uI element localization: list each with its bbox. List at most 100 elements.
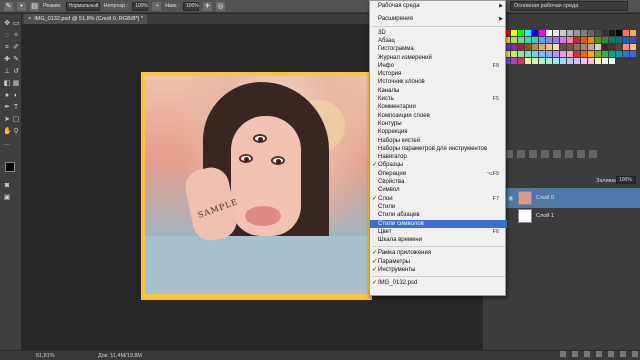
color-swatch[interactable] (567, 44, 573, 50)
color-swatch[interactable] (553, 58, 559, 64)
color-swatch[interactable] (518, 58, 524, 64)
bw-icon[interactable] (589, 150, 597, 158)
color-swatch[interactable] (595, 58, 601, 64)
curves-icon[interactable] (529, 150, 537, 158)
color-swatch[interactable] (567, 37, 573, 43)
color-swatch[interactable] (511, 58, 517, 64)
trash-icon[interactable] (632, 351, 638, 357)
color-swatch[interactable] (581, 51, 587, 57)
color-swatch[interactable] (539, 37, 545, 43)
color-swatch[interactable] (588, 37, 594, 43)
color-swatch[interactable] (616, 51, 622, 57)
blur-icon[interactable]: ● (3, 92, 11, 100)
color-swatch[interactable] (630, 30, 636, 36)
menu-item[interactable]: Абзац (370, 37, 507, 45)
menu-item[interactable]: Шкала времени (370, 236, 507, 244)
color-swatch[interactable] (511, 30, 517, 36)
color-swatch[interactable] (567, 58, 573, 64)
move-tool-icon[interactable]: ✥ (3, 20, 11, 28)
color-swatch[interactable] (630, 37, 636, 43)
color-swatch[interactable] (560, 51, 566, 57)
color-swatch[interactable] (595, 44, 601, 50)
airbrush-icon[interactable]: ✈ (202, 1, 212, 11)
vibrance-icon[interactable] (553, 150, 561, 158)
color-swatch[interactable] (546, 58, 552, 64)
color-swatch[interactable] (532, 58, 538, 64)
eye-icon[interactable]: ◉ (508, 195, 514, 202)
fx-icon[interactable] (572, 351, 578, 357)
color-swatch[interactable] (560, 44, 566, 50)
brush-tool-icon[interactable]: ✎ (4, 1, 13, 11)
color-swatch[interactable] (553, 30, 559, 36)
color-swatch[interactable] (532, 44, 538, 50)
type-tool-icon[interactable]: T (12, 104, 20, 112)
menu-item[interactable]: Журнал измерений (370, 54, 507, 62)
color-swatch[interactable] (588, 58, 594, 64)
color-swatch[interactable] (616, 30, 622, 36)
color-swatch[interactable] (560, 37, 566, 43)
color-swatch[interactable] (602, 44, 608, 50)
menu-item[interactable]: Символ (370, 186, 507, 194)
color-swatch[interactable] (518, 51, 524, 57)
menu-item[interactable]: Рабочая среда ▶ (370, 2, 507, 10)
color-swatch[interactable] (581, 44, 587, 50)
shape-tool-icon[interactable]: ▢ (12, 116, 20, 124)
color-swatch[interactable] (518, 44, 524, 50)
color-swatch[interactable] (518, 30, 524, 36)
zoom-tool-icon[interactable]: ⚲ (12, 128, 20, 136)
color-swatch[interactable] (588, 51, 594, 57)
color-swatch[interactable] (574, 30, 580, 36)
history-brush-icon[interactable]: ↺ (12, 68, 20, 76)
menu-item[interactable]: Навигатор (370, 153, 507, 161)
color-swatch[interactable] (623, 37, 629, 43)
document-image[interactable]: SAMPLE (141, 72, 372, 300)
color-swatch[interactable] (511, 44, 517, 50)
menu-item[interactable]: ✓ Слои F7 (370, 195, 507, 203)
color-swatch[interactable] (539, 58, 545, 64)
menu-item[interactable]: ✓ Инструменты (370, 266, 507, 274)
screen-mode-icon[interactable]: ▣ (3, 194, 11, 202)
brush-preset-icon[interactable]: • (17, 1, 26, 11)
menu-item[interactable]: ✓ Рамка приложения (370, 249, 507, 257)
color-swatch[interactable] (630, 44, 636, 50)
color-swatch[interactable] (518, 37, 524, 43)
color-swatch[interactable] (616, 37, 622, 43)
color-swatch[interactable] (609, 30, 615, 36)
color-swatch[interactable] (588, 44, 594, 50)
color-swatch[interactable] (588, 30, 594, 36)
color-swatch[interactable] (567, 51, 573, 57)
color-balance-icon[interactable] (577, 150, 585, 158)
menu-item[interactable]: Каналы (370, 87, 507, 95)
color-swatch[interactable] (532, 51, 538, 57)
color-swatch[interactable] (539, 51, 545, 57)
fill-field[interactable]: 100% (616, 176, 636, 184)
color-swatch[interactable] (560, 30, 566, 36)
color-swatch[interactable] (630, 51, 636, 57)
tab-close-icon[interactable]: × (28, 16, 31, 22)
color-swatch[interactable] (546, 44, 552, 50)
link-icon[interactable] (560, 351, 566, 357)
menu-item[interactable]: Гистограмма (370, 45, 507, 53)
more-tools-icon[interactable]: … (3, 140, 11, 148)
color-swatch[interactable] (581, 37, 587, 43)
crop-tool-icon[interactable]: ⌗ (3, 44, 11, 52)
color-swatch[interactable] (539, 44, 545, 50)
healing-brush-icon[interactable]: ✚ (3, 56, 11, 64)
document-tab[interactable]: × IMG_0132.psd @ 51,8% (Слой 0, RGB/8*) … (24, 14, 148, 24)
color-swatch[interactable] (546, 51, 552, 57)
levels-icon[interactable] (517, 150, 525, 158)
layer-name[interactable]: Слой 1 (536, 213, 554, 219)
opacity-pressure-icon[interactable]: ◔ (152, 1, 162, 11)
color-swatch[interactable] (602, 58, 608, 64)
color-swatch[interactable] (623, 30, 629, 36)
menu-item[interactable]: Композиции слоев (370, 112, 507, 120)
color-swatch[interactable] (616, 44, 622, 50)
color-swatch[interactable] (609, 44, 615, 50)
gradient-icon[interactable]: ▦ (12, 80, 20, 88)
pen-tool-icon[interactable]: ✒ (3, 104, 11, 112)
color-swatch[interactable] (595, 37, 601, 43)
eyedropper-icon[interactable]: ✐ (12, 44, 20, 52)
menu-item[interactable]: Коррекция (370, 128, 507, 136)
color-swatch[interactable] (553, 51, 559, 57)
color-swatch[interactable] (532, 37, 538, 43)
